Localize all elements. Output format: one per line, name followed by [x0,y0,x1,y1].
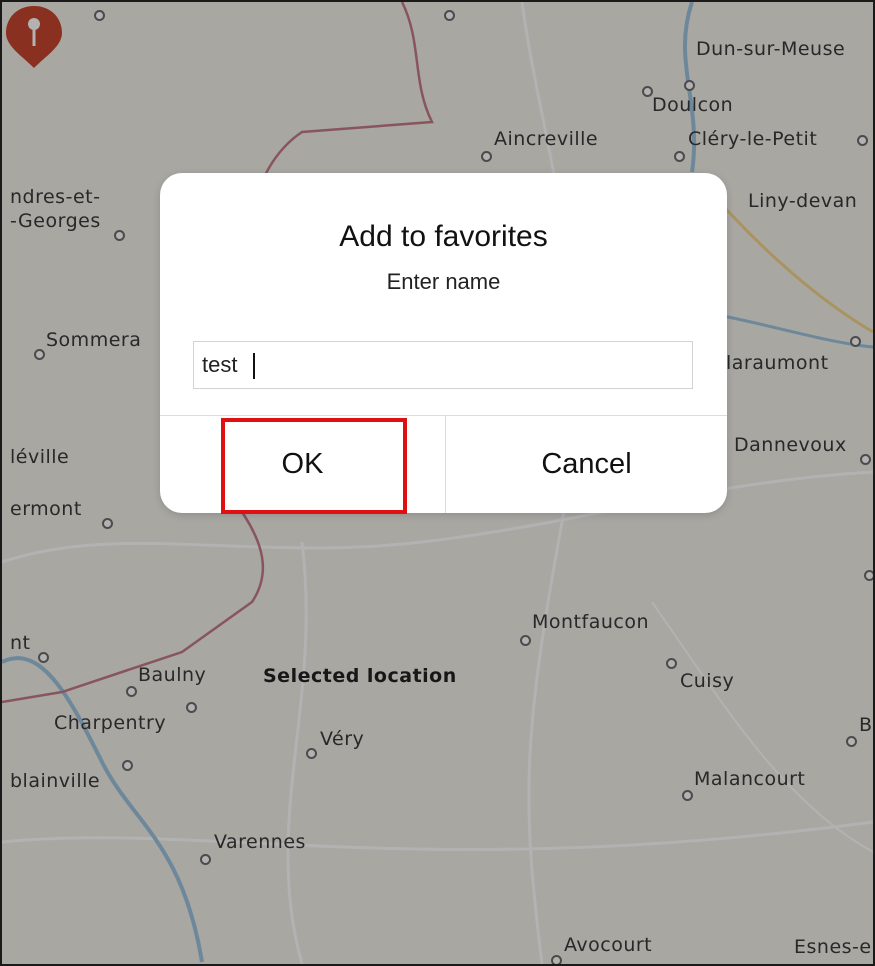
text-cursor [253,353,255,379]
dialog-title: Add to favorites [339,220,548,253]
cancel-button[interactable]: Cancel [446,416,727,513]
ok-button-highlight [221,418,407,514]
favorite-name-input[interactable] [193,341,693,389]
dialog-message: Enter name [386,269,501,294]
screenshot-frame: Dun-sur-Meuse Doulcon Aincreville Cléry-… [0,0,875,966]
